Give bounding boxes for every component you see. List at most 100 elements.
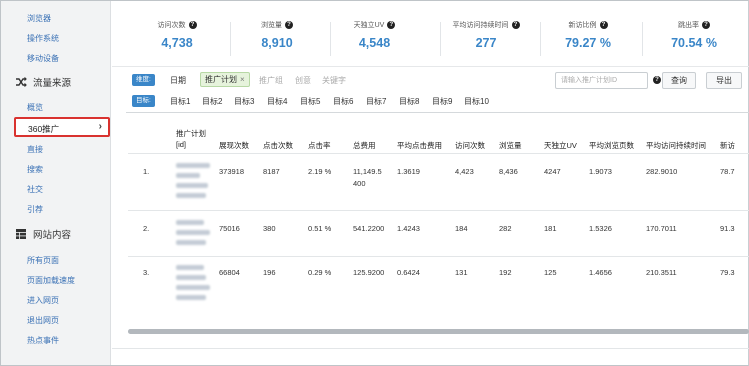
help-icon[interactable]: ? <box>702 21 710 29</box>
col-header[interactable]: 访问次数 <box>455 140 485 151</box>
table-cell: 0.29 % <box>308 268 332 277</box>
horizontal-scrollbar[interactable] <box>128 329 749 334</box>
sidebar-item-mobile[interactable]: 移动设备 <box>27 53 59 64</box>
export-button[interactable]: 导出 <box>706 72 742 89</box>
col-header[interactable]: 新访 <box>720 140 735 151</box>
sidebar-item-360-promotion[interactable]: 360推广 › <box>14 117 110 137</box>
table-cell: 79.3 <box>720 268 735 277</box>
sidebar-item-direct[interactable]: 直接 <box>27 144 43 155</box>
sidebar-item-referral[interactable]: 引荐 <box>27 204 43 215</box>
stat-unique-visitors: 天独立UV? 4,548 <box>332 20 417 60</box>
target-1[interactable]: 目标1 <box>170 96 190 107</box>
target-6[interactable]: 目标6 <box>333 96 353 107</box>
sidebar-item-social[interactable]: 社交 <box>27 184 43 195</box>
chip-label: 推广计划 <box>205 75 237 84</box>
table-cell: 373918 <box>219 167 245 176</box>
target-tag: 目标: <box>132 95 155 107</box>
help-icon[interactable]: ? <box>511 21 520 29</box>
table-cell: 91.3 <box>720 224 735 233</box>
stat-new-visit-ratio: 新访比例? 79.27 % <box>542 20 634 60</box>
table-cell: 4,423 <box>455 167 474 176</box>
table-cell: 192 <box>499 268 512 277</box>
dimension-tag: 维度: <box>132 74 155 86</box>
stat-pageviews: 浏览量? 8,910 <box>232 20 322 60</box>
stat-value: 70.54 % <box>671 36 717 50</box>
filter-ad-group[interactable]: 推广组 <box>259 75 283 86</box>
table-cell: 2.19 % <box>308 167 332 176</box>
sidebar-item-os[interactable]: 操作系统 <box>27 33 59 44</box>
plan-id-search-input[interactable] <box>555 72 648 89</box>
query-button[interactable]: 查询 <box>662 72 696 89</box>
target-7[interactable]: 目标7 <box>366 96 386 107</box>
target-5[interactable]: 目标5 <box>300 96 320 107</box>
col-header[interactable]: 浏览量 <box>499 140 522 151</box>
col-header[interactable]: 点击次数 <box>263 140 293 151</box>
help-icon[interactable]: ? <box>599 21 608 29</box>
table-icon <box>16 229 26 239</box>
stat-label: 浏览量 <box>261 22 282 29</box>
sidebar: 浏览器 操作系统 移动设备 流量来源 概览 360推广 › 直接 搜索 社交 引… <box>1 1 111 365</box>
table-cell: 282.9010 <box>646 167 678 176</box>
divider <box>330 22 331 56</box>
stat-label: 新访比例 <box>568 22 597 29</box>
sidebar-item-entry-pages[interactable]: 进入网页 <box>27 295 59 306</box>
help-icon[interactable]: ? <box>387 21 396 29</box>
target-3[interactable]: 目标3 <box>234 96 254 107</box>
target-2[interactable]: 目标2 <box>202 96 222 107</box>
filter-chip-plan[interactable]: 推广计划 × <box>200 72 250 87</box>
table-cell: 541.2200 <box>353 224 385 233</box>
table-cell: 0.6424 <box>397 268 420 277</box>
table-cell: 400 <box>353 179 366 188</box>
col-header-plan-id: [id] <box>176 140 187 149</box>
target-10[interactable]: 目标10 <box>464 96 489 107</box>
col-header[interactable]: 天独立UV <box>544 140 577 151</box>
col-header-plan[interactable]: 推广计划 <box>176 128 206 139</box>
sidebar-item-all-pages[interactable]: 所有页面 <box>27 255 59 266</box>
divider <box>128 256 749 257</box>
sidebar-item-search[interactable]: 搜索 <box>27 164 43 175</box>
target-4[interactable]: 目标4 <box>267 96 287 107</box>
col-header[interactable]: 展现次数 <box>219 140 249 151</box>
filter-keyword[interactable]: 关键字 <box>322 75 346 86</box>
col-header[interactable]: 平均访问持续时间 <box>646 140 706 151</box>
target-9[interactable]: 目标9 <box>432 96 452 107</box>
stat-value: 4,738 <box>161 36 193 50</box>
sidebar-item-exit-pages[interactable]: 退出网页 <box>27 315 59 326</box>
table-cell: 8,436 <box>499 167 518 176</box>
col-header[interactable]: 点击率 <box>308 140 331 151</box>
target-8[interactable]: 目标8 <box>399 96 419 107</box>
filter-date[interactable]: 日期 <box>170 75 186 86</box>
section-traffic-source: 流量来源 <box>15 75 71 89</box>
stat-visits: 访问次数? 4,738 <box>132 20 222 60</box>
divider <box>112 66 749 67</box>
sidebar-item-browser[interactable]: 浏览器 <box>27 13 51 24</box>
sidebar-item-overview[interactable]: 概览 <box>27 102 43 113</box>
col-header[interactable]: 平均点击费用 <box>397 140 442 151</box>
filter-creative[interactable]: 创意 <box>295 75 311 86</box>
col-header[interactable]: 平均浏览页数 <box>589 140 634 151</box>
table-cell: 1.9073 <box>589 167 612 176</box>
redacted-plan-name <box>176 265 212 305</box>
section-site-content: 网站内容 <box>15 227 71 241</box>
table-cell: 78.7 <box>720 167 735 176</box>
table-cell: 125.9200 <box>353 268 385 277</box>
table-cell: 8187 <box>263 167 280 176</box>
help-icon[interactable]: ? <box>188 21 197 29</box>
table-cell: 131 <box>455 268 468 277</box>
section-content-label: 网站内容 <box>33 230 72 241</box>
divider <box>112 348 749 349</box>
close-icon[interactable]: × <box>240 75 245 84</box>
stat-value: 4,548 <box>358 36 391 50</box>
sidebar-item-page-speed[interactable]: 页面加载速度 <box>27 275 75 286</box>
stat-value: 277 <box>475 36 497 50</box>
help-icon[interactable]: ? <box>653 76 661 84</box>
sidebar-item-hot-events[interactable]: 热点事件 <box>27 335 59 346</box>
help-icon[interactable]: ? <box>285 21 293 29</box>
divider <box>128 210 749 211</box>
row-number: 2. <box>143 224 150 233</box>
chevron-right-icon: › <box>98 121 102 132</box>
scrollbar-thumb[interactable] <box>128 329 749 334</box>
divider <box>230 22 231 56</box>
col-header[interactable]: 总费用 <box>353 140 376 151</box>
stat-avg-duration: 平均访问持续时间? 277 <box>442 20 530 60</box>
